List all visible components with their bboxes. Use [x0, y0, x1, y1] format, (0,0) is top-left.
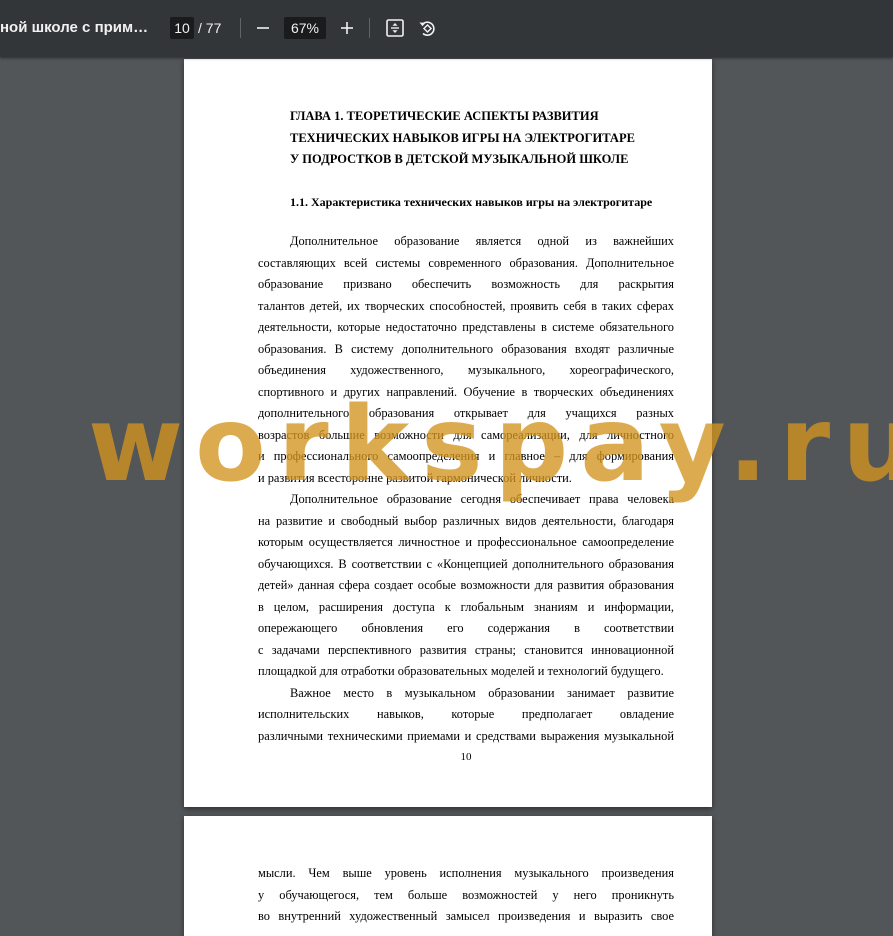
rotate-icon	[419, 21, 435, 36]
section-heading: 1.1. Характеристика технических навыков …	[290, 195, 653, 209]
text-line: опережающего обновления его содержания в…	[258, 621, 674, 635]
text-line: у обучающегося, тем больше возможностей …	[258, 887, 674, 902]
toolbar-divider	[369, 18, 370, 38]
text-line: во внутренний художественный замысел про…	[258, 909, 674, 923]
text-line: Дополнительное образование является одно…	[290, 234, 674, 248]
page-body-text: мысли. Чем выше уровень исполнения музык…	[258, 863, 674, 928]
page-total: / 77	[198, 20, 222, 36]
document-title: ной школе с примен...	[0, 19, 155, 36]
text-line: возрастов большие возможности для саморе…	[258, 427, 674, 442]
text-line: площадкой для отработки образовательных …	[258, 664, 664, 678]
text-line: талантов детей, их творческих способност…	[258, 298, 674, 313]
heading-line: ГЛАВА 1. ТЕОРЕТИЧЕСКИЕ АСПЕКТЫ РАЗВИТИЯ	[290, 109, 599, 123]
fit-to-page-button[interactable]	[382, 15, 408, 41]
text-line: мысли. Чем выше уровень исполнения музык…	[258, 866, 674, 880]
heading-line: ТЕХНИЧЕСКИХ НАВЫКОВ ИГРЫ НА ЭЛЕКТРОГИТАР…	[290, 130, 635, 145]
minus-icon	[257, 27, 269, 29]
text-line: различными техническими приемами и средс…	[258, 728, 674, 743]
text-line: образования. В систему дополнительного о…	[258, 341, 674, 356]
text-line: детей» данная сфера создает особые возмо…	[258, 578, 674, 592]
text-line: с задачами перспективного развития стран…	[258, 642, 674, 657]
zoom-in-button[interactable]	[334, 15, 360, 41]
current-page-input[interactable]: 10	[170, 17, 194, 39]
rotate-button[interactable]	[414, 15, 440, 41]
text-line: образование призвано обеспечить возможно…	[258, 277, 674, 291]
text-line: дополнительного образования открывает дл…	[258, 406, 674, 420]
plus-icon	[341, 22, 353, 34]
text-line: в целом, расширения доступа к глобальным…	[258, 599, 674, 614]
text-line: которым осуществляется личностное и проф…	[258, 535, 674, 549]
fit-page-icon	[386, 19, 404, 37]
page-number: 10	[460, 751, 472, 763]
page-body-text: Дополнительное образование является одно…	[258, 231, 674, 747]
text-line: составляющих всей системы современного о…	[258, 255, 674, 270]
text-line: исполнительских навыков, которые предпол…	[258, 707, 674, 721]
text-line: обучающихся. В соответствии с «Концепцие…	[258, 556, 674, 571]
text-line: деятельности, которые недостаточно предс…	[258, 320, 674, 334]
heading-line: У ПОДРОСТКОВ В ДЕТСКОЙ МУЗЫКАЛЬНОЙ ШКОЛЕ	[290, 152, 629, 166]
pdf-toolbar: ной школе с примен... 10 / 77 67%	[0, 0, 893, 57]
text-line: объединения художественного, музыкальног…	[258, 363, 674, 377]
pdf-page: мысли. Чем выше уровень исполнения музык…	[184, 816, 712, 936]
text-line: на развитие и свободный выбор различных …	[258, 513, 674, 528]
zoom-out-button[interactable]	[250, 15, 276, 41]
text-line: Дополнительное образование сегодня обесп…	[290, 492, 674, 506]
chapter-heading: ГЛАВА 1. ТЕОРЕТИЧЕСКИЕ АСПЕКТЫ РАЗВИТИЯ …	[184, 106, 712, 171]
text-line: Важное место в музыкальном образовании з…	[290, 685, 674, 700]
toolbar-divider	[240, 18, 241, 38]
text-line: спортивного и других направлений. Обучен…	[258, 384, 674, 399]
zoom-input[interactable]: 67%	[284, 17, 326, 39]
text-line: и развития всесторонне развитой гармонич…	[258, 470, 572, 485]
text-line: и профессионального самоопределения и гл…	[258, 449, 674, 463]
pdf-page: ГЛАВА 1. ТЕОРЕТИЧЕСКИЕ АСПЕКТЫ РАЗВИТИЯ …	[184, 59, 712, 807]
